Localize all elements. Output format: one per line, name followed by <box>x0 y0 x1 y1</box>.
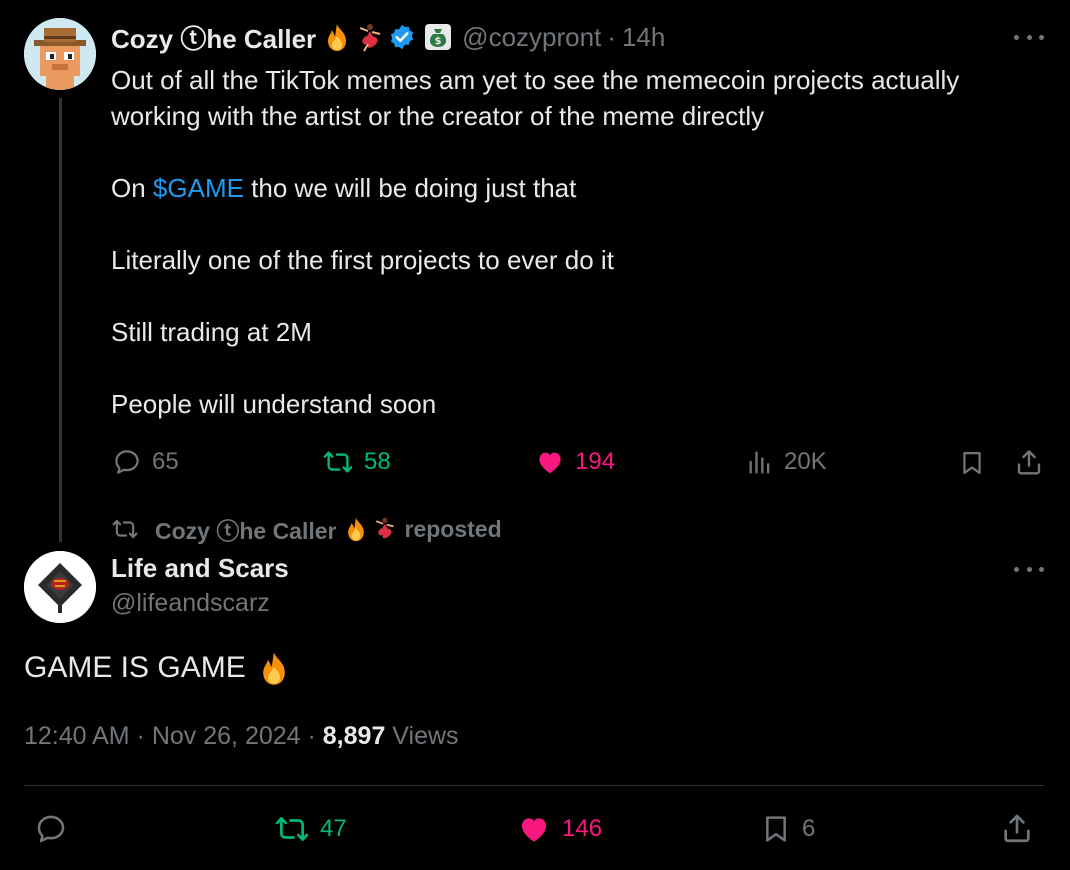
thread-connector-line <box>59 98 62 542</box>
tweet2-text-content: GAME IS GAME <box>24 651 246 684</box>
separator-dot: · <box>607 21 616 52</box>
money-bag-icon: $ <box>424 23 452 51</box>
reply-icon <box>112 447 142 477</box>
repost-banner-label: reposted <box>404 515 502 542</box>
tweet2-handle[interactable]: @lifeandscarz <box>111 589 270 618</box>
svg-text:$: $ <box>435 36 442 47</box>
tweet1-header: Cozy ⓣhe Caller $ @cozypront · 14h <box>111 20 665 54</box>
repost-count: 47 <box>320 815 347 842</box>
tweet2-author-name[interactable]: Life and Scars <box>111 553 289 584</box>
repost-banner: Cozy ⓣhe Caller reposted <box>111 512 502 546</box>
tweet1-text-line: Literally one of the first projects to e… <box>111 245 614 275</box>
reply-icon <box>34 812 68 846</box>
like-count: 146 <box>562 815 603 842</box>
reply-button[interactable]: 65 <box>112 447 179 477</box>
repost-icon <box>111 516 139 542</box>
share-icon[interactable] <box>1014 447 1044 477</box>
verified-badge-icon[interactable] <box>388 23 416 51</box>
tweet2-views-label: Views <box>385 722 459 750</box>
repost-banner-name[interactable]: Cozy ⓣhe Caller <box>155 512 337 546</box>
tweet1-text-line: working with the artist or the creator o… <box>111 101 765 131</box>
repost-icon <box>274 812 310 846</box>
cashtag-link[interactable]: $GAME <box>153 173 244 203</box>
tweet2-text: GAME IS GAME <box>24 650 292 686</box>
repost-icon <box>322 447 354 477</box>
tweet2-views-count: 8,897 <box>322 722 386 750</box>
text-fragment: On <box>111 173 153 203</box>
dancer-emoji-icon <box>354 22 384 52</box>
dancer-emoji-icon <box>371 516 397 542</box>
tweet1-time[interactable]: 14h <box>622 22 665 53</box>
more-icon[interactable] <box>1014 564 1044 574</box>
tweet1-text-line: On $GAME tho we will be doing just that <box>111 170 1041 206</box>
divider <box>24 785 1044 786</box>
tweet1-text: Out of all the TikTok memes am yet to se… <box>111 62 1041 422</box>
tweet1-text-line: Out of all the TikTok memes am yet to se… <box>111 65 960 95</box>
tweet1-handle[interactable]: @cozypront <box>462 22 601 53</box>
bookmark-count: 6 <box>802 815 816 842</box>
repost-count: 58 <box>364 448 391 475</box>
more-icon[interactable] <box>1014 32 1044 42</box>
bookmark-button[interactable]: 6 <box>760 812 815 846</box>
views-button[interactable]: 20K <box>746 447 827 477</box>
fire-emoji-icon <box>322 22 352 52</box>
repost-button[interactable]: 47 <box>274 812 347 846</box>
like-button[interactable]: 194 <box>535 447 615 477</box>
fire-emoji-icon <box>343 516 369 542</box>
reply-button[interactable] <box>34 812 68 846</box>
like-button[interactable]: 146 <box>516 812 602 846</box>
avatar-cozy[interactable] <box>24 18 96 90</box>
bookmark-icon[interactable] <box>958 448 986 478</box>
fire-emoji-icon <box>256 650 292 686</box>
tweet1-text-line: Still trading at 2M <box>111 317 312 347</box>
text-fragment: tho we will be doing just that <box>243 173 577 203</box>
tweet1-author-name[interactable]: Cozy ⓣhe Caller <box>111 19 316 56</box>
share-icon[interactable] <box>1000 811 1034 845</box>
heart-icon <box>516 812 552 846</box>
tweet2-meta: 12:40 AM · Nov 26, 2024 · 8,897 Views <box>24 722 459 751</box>
avatar-lifeandscarz[interactable] <box>24 551 96 623</box>
views-icon <box>746 447 774 477</box>
like-count: 194 <box>575 448 616 475</box>
repost-button[interactable]: 58 <box>322 447 391 477</box>
views-count: 20K <box>784 448 827 475</box>
bookmark-icon <box>760 812 792 846</box>
tweet1-text-line: People will understand soon <box>111 389 437 419</box>
tweet2-timestamp[interactable]: 12:40 AM · Nov 26, 2024 · <box>24 722 323 750</box>
heart-icon <box>535 447 565 477</box>
reply-count: 65 <box>152 448 179 475</box>
